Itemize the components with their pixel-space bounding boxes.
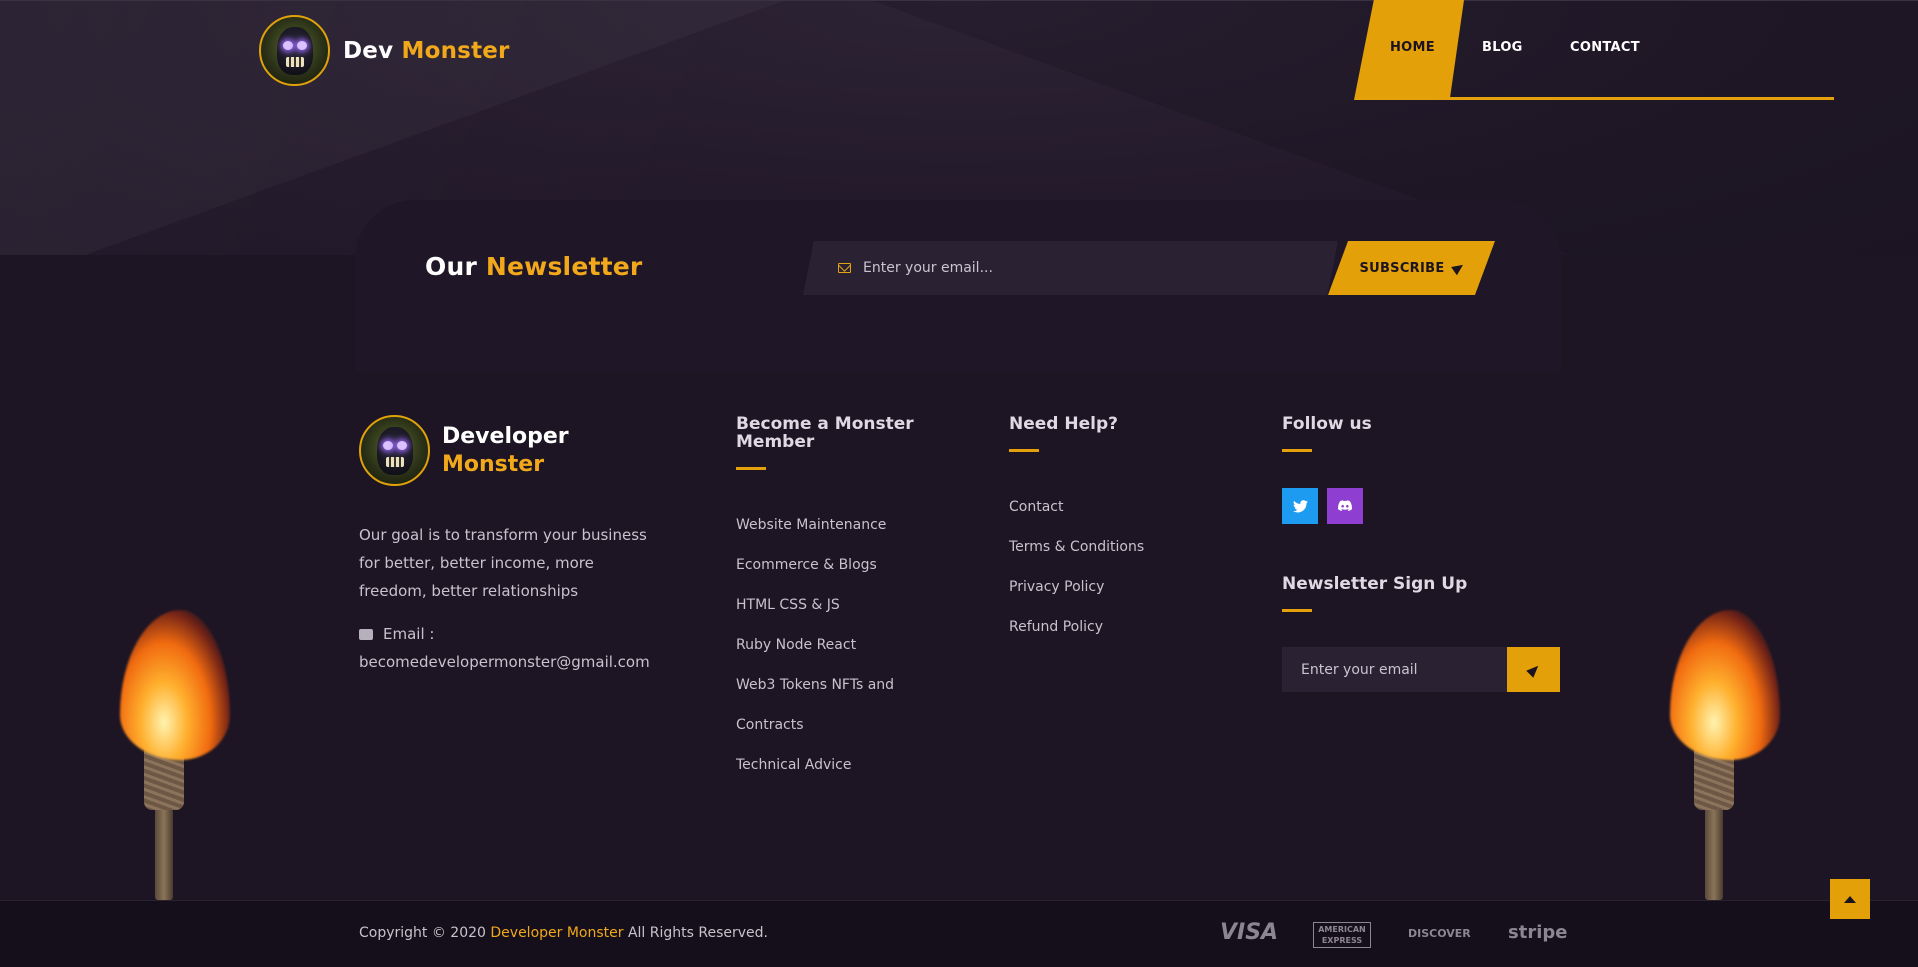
- footer-monster-logo-icon: [359, 415, 430, 486]
- arrow-up-icon: [1844, 895, 1856, 903]
- footer-link-privacy[interactable]: Privacy Policy: [1009, 579, 1104, 595]
- col-underline-newsletter-signup: [1282, 609, 1312, 612]
- footer-brand-second: Monster: [442, 451, 545, 477]
- newsletter-title: Our Newsletter: [425, 252, 642, 281]
- col-title-follow-us: Follow us: [1282, 414, 1372, 434]
- footer-brand-first: Developer: [442, 423, 569, 449]
- signup-email-input[interactable]: Enter your email: [1282, 647, 1507, 692]
- discover-icon: DISCOVER: [1408, 927, 1471, 940]
- footer-email-label: Email :: [383, 625, 435, 643]
- footer-link-refund[interactable]: Refund Policy: [1009, 619, 1103, 635]
- nav-contact[interactable]: CONTACT: [1570, 40, 1640, 55]
- brand-name-first: Dev: [343, 37, 394, 64]
- footer-brand-name: Developer Monster: [442, 423, 569, 479]
- copyright-brand-link[interactable]: Developer Monster: [490, 925, 623, 941]
- visa-icon: VISA: [1220, 920, 1279, 945]
- brand-name-second: Monster: [401, 37, 510, 64]
- footer-email: Email : becomedevelopermonster@gmail.com: [359, 620, 679, 676]
- footer-link-ruby-node-react[interactable]: Ruby Node React: [736, 637, 856, 653]
- torch-left-image: [100, 610, 240, 900]
- stripe-icon: stripe: [1508, 922, 1568, 943]
- mail-icon: [838, 263, 851, 273]
- brand-name: Dev Monster: [343, 38, 510, 64]
- monster-logo-icon: [259, 15, 330, 86]
- copyright-prefix: Copyright © 2020: [359, 925, 486, 941]
- subscribe-button[interactable]: SUBSCRIBE: [1328, 241, 1495, 295]
- newsletter-email-placeholder: Enter your email...: [863, 260, 993, 276]
- nav-blog[interactable]: BLOG: [1482, 40, 1523, 55]
- twitter-icon[interactable]: [1282, 488, 1318, 524]
- paper-plane-icon: [1450, 260, 1466, 276]
- nav-home[interactable]: HOME: [1390, 40, 1435, 55]
- torch-right-image: [1650, 610, 1790, 900]
- footer-link-ecommerce-blogs[interactable]: Ecommerce & Blogs: [736, 557, 877, 573]
- footer-about-text: Our goal is to transform your business f…: [359, 526, 647, 600]
- signup-submit-button[interactable]: [1507, 647, 1560, 692]
- signup-email-placeholder: Enter your email: [1301, 661, 1418, 678]
- bottom-bar: [0, 900, 1918, 967]
- rocket-icon: [1525, 661, 1542, 678]
- site-header: Dev Monster HOME BLOG CONTACT: [0, 0, 1918, 100]
- newsletter-title-second: Newsletter: [485, 252, 643, 281]
- copyright-suffix: All Rights Reserved.: [627, 925, 768, 941]
- footer-link-technical-advice[interactable]: Technical Advice: [736, 757, 851, 773]
- scroll-to-top-button[interactable]: [1830, 879, 1870, 919]
- col-title-need-help: Need Help?: [1009, 414, 1118, 434]
- footer-link-contracts[interactable]: Contracts: [736, 717, 804, 733]
- subscribe-button-label: SUBSCRIBE: [1359, 260, 1445, 276]
- brand-logo-link[interactable]: Dev Monster: [259, 15, 510, 86]
- newsletter-title-first: Our: [425, 252, 477, 281]
- footer-link-website-maintenance[interactable]: Website Maintenance: [736, 517, 886, 533]
- footer-link-contact[interactable]: Contact: [1009, 499, 1063, 515]
- discord-icon[interactable]: [1327, 488, 1363, 524]
- footer-brand[interactable]: Developer Monster: [359, 415, 569, 486]
- footer-link-web3-tokens[interactable]: Web3 Tokens NFTs and: [736, 677, 894, 693]
- col-underline-follow-us: [1282, 449, 1312, 452]
- amex-icon: AMERICAN EXPRESS: [1313, 922, 1371, 948]
- footer-link-html-css-js[interactable]: HTML CSS & JS: [736, 597, 840, 613]
- col-title-member: Become a Monster Member: [736, 414, 914, 452]
- col-underline-need-help: [1009, 449, 1039, 452]
- newsletter-email-input[interactable]: Enter your email...: [803, 241, 1338, 295]
- nav-underline: [1355, 97, 1834, 100]
- col-underline-member: [736, 467, 766, 470]
- footer-link-terms[interactable]: Terms & Conditions: [1009, 539, 1144, 555]
- envelope-icon: [359, 629, 373, 640]
- copyright-text: Copyright © 2020 Developer Monster All R…: [359, 925, 768, 941]
- col-title-newsletter-signup: Newsletter Sign Up: [1282, 574, 1468, 594]
- footer-email-address[interactable]: becomedevelopermonster@gmail.com: [359, 653, 650, 671]
